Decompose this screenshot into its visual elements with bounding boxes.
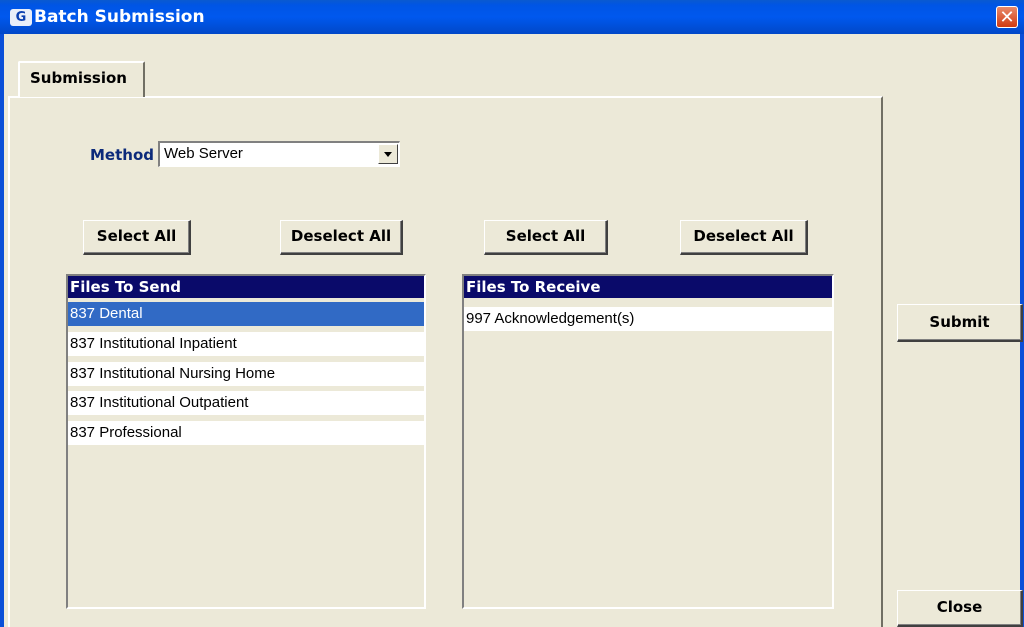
close-button[interactable]: Close — [897, 590, 1023, 627]
tab-label: Submission — [30, 69, 127, 87]
list-item[interactable]: 837 Institutional Outpatient — [68, 391, 424, 415]
send-deselect-all-button[interactable]: Deselect All — [280, 220, 403, 255]
method-label: Method — [90, 146, 154, 164]
receive-select-all-button[interactable]: Select All — [484, 220, 608, 255]
window-title: Batch Submission — [34, 7, 205, 27]
files-to-send-list[interactable]: Files To Send 837 Dental 837 Institution… — [66, 274, 426, 609]
list-item[interactable]: 837 Institutional Inpatient — [68, 332, 424, 356]
submit-button[interactable]: Submit — [897, 304, 1023, 342]
method-select[interactable]: Web Server — [158, 141, 400, 167]
files-to-receive-header: Files To Receive — [464, 276, 832, 298]
list-item[interactable]: 837 Institutional Nursing Home — [68, 362, 424, 386]
title-bar[interactable]: G Batch Submission ✕ — [0, 0, 1024, 34]
list-item[interactable]: 837 Professional — [68, 421, 424, 445]
list-item[interactable]: 837 Dental — [68, 302, 424, 326]
receive-deselect-all-button[interactable]: Deselect All — [680, 220, 808, 255]
tab-submission[interactable]: Submission — [18, 61, 145, 97]
send-select-all-button[interactable]: Select All — [83, 220, 191, 255]
window-border-left — [0, 34, 4, 627]
list-item[interactable]: 997 Acknowledgement(s) — [464, 307, 832, 331]
close-window-button[interactable]: ✕ — [996, 6, 1018, 28]
method-select-value: Web Server — [164, 145, 243, 162]
chevron-down-icon[interactable] — [378, 144, 398, 164]
app-logo-icon: G — [10, 9, 32, 26]
files-to-receive-list[interactable]: Files To Receive 997 Acknowledgement(s) — [462, 274, 834, 609]
files-to-send-header: Files To Send — [68, 276, 424, 298]
